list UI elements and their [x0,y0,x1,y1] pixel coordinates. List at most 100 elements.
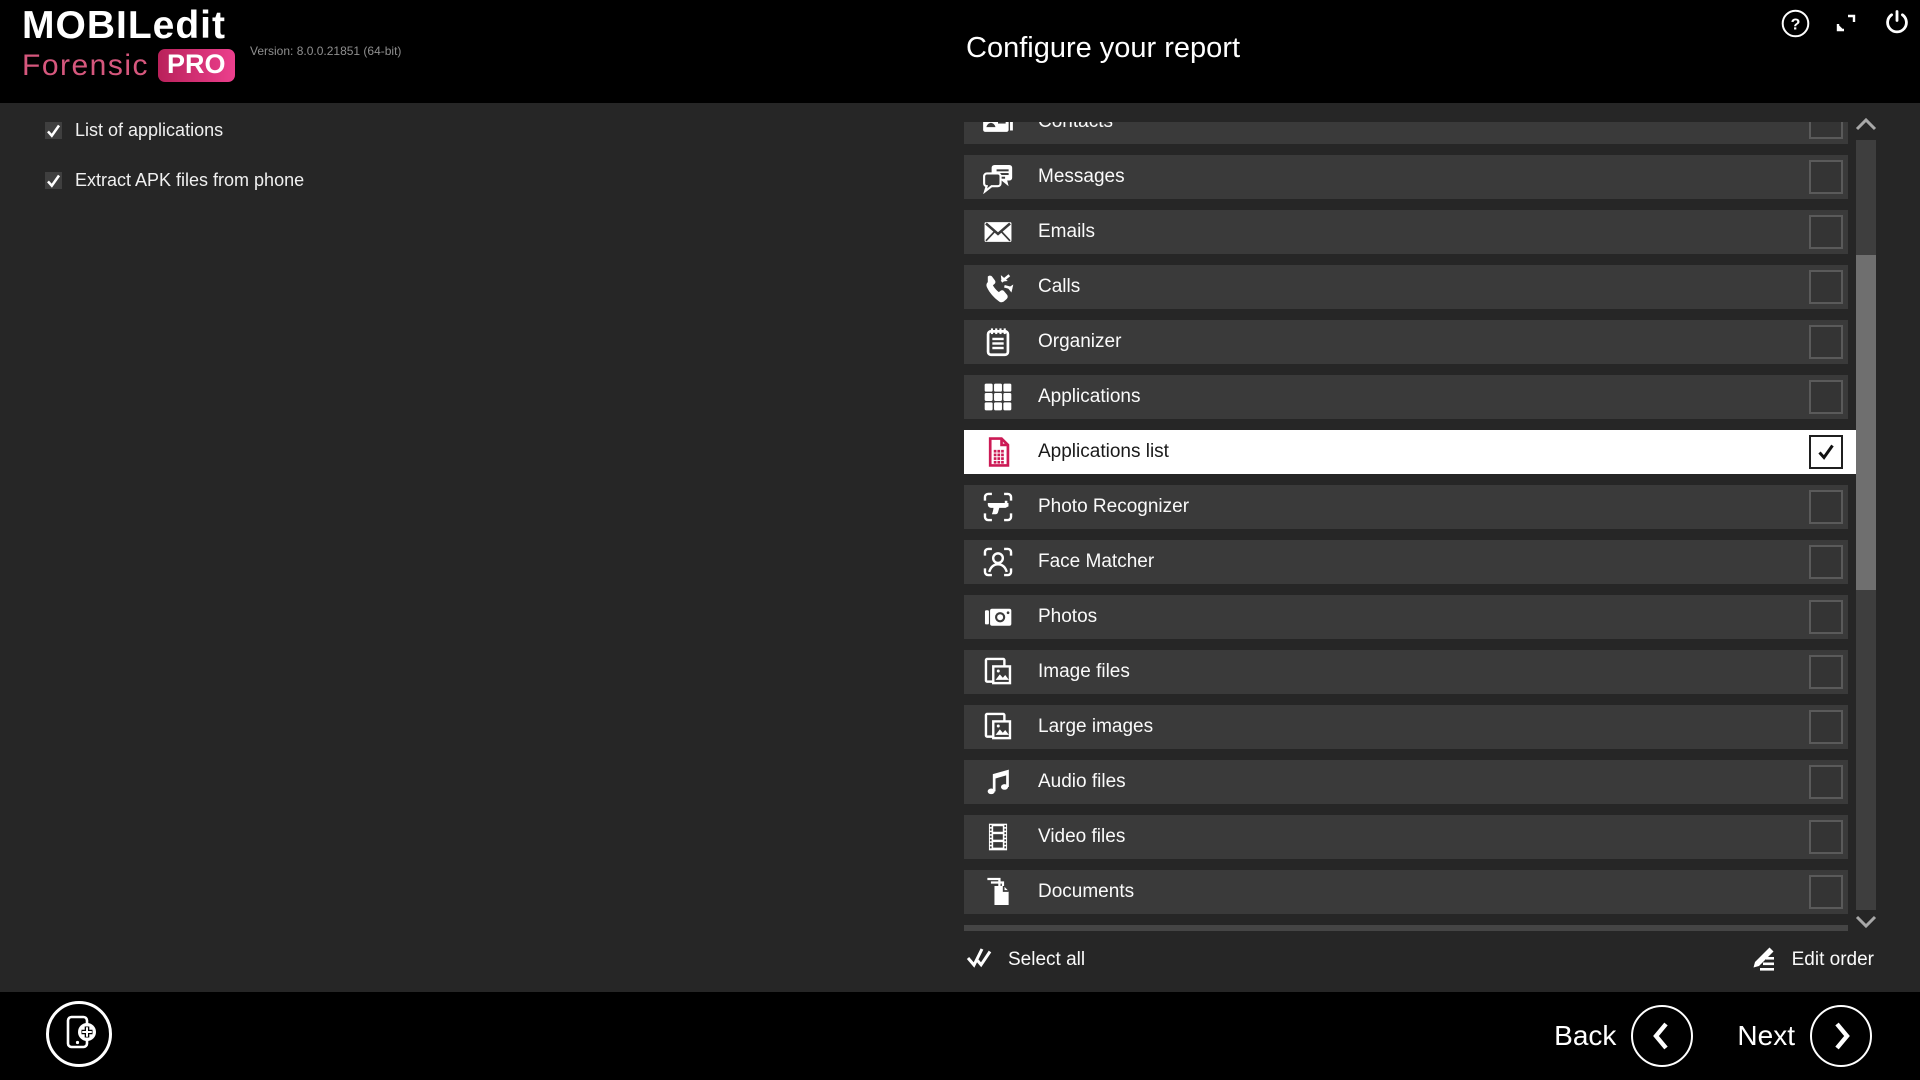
mobiledit-configure-report-screen: MOBILedit Forensic PRO Version: 8.0.0.21… [0,0,1920,1080]
photos-icon [980,599,1016,635]
row-label: Photos [1038,606,1097,628]
logo-forensic: Forensic [22,51,149,81]
back-button[interactable] [1631,1005,1693,1067]
row-label: Emails [1038,221,1095,243]
left-option-label: Extract APK files from phone [75,170,304,191]
table-row-documents[interactable]: Documents [964,870,1848,914]
table-row-large-images[interactable]: Large images [964,705,1848,749]
applications-icon [980,379,1016,415]
checkbox[interactable] [45,172,62,189]
table-row-photos[interactable]: Photos [964,595,1848,639]
row-label: Photo Recognizer [1038,496,1189,518]
logo-mobiledit: MOBILedit [22,6,235,45]
edit-order-icon [1748,943,1778,978]
row-label: Audio files [1038,771,1126,793]
video-files-icon [980,819,1016,855]
row-checkbox[interactable] [1809,710,1843,744]
table-row-applications[interactable]: Applications [964,375,1848,419]
back-label[interactable]: Back [1554,1020,1616,1052]
row-label: Large images [1038,716,1153,738]
report-items-list: Contacts Messages Emails Calls [964,122,1856,931]
table-row-face-matcher[interactable]: Face Matcher [964,540,1848,584]
logo-pro-badge: PRO [158,49,235,82]
checkbox[interactable] [45,122,62,139]
row-label: Face Matcher [1038,551,1154,573]
app-logo: MOBILedit Forensic PRO [22,6,235,82]
calls-icon [980,269,1016,305]
contacts-icon [980,122,1016,140]
left-option-list-of-applications[interactable]: List of applications [45,120,223,141]
table-row-audio-files[interactable]: Audio files [964,760,1848,804]
row-checkbox[interactable] [1809,122,1843,139]
left-option-label: List of applications [75,120,223,141]
top-bar: MOBILedit Forensic PRO Version: 8.0.0.21… [0,0,1920,103]
table-row-partial[interactable] [964,925,1848,931]
chevron-right-icon [1826,1019,1856,1053]
photo-recognizer-icon [980,489,1016,525]
emails-icon [980,214,1016,250]
chevron-left-icon [1647,1019,1677,1053]
table-row-photo-recognizer[interactable]: Photo Recognizer [964,485,1848,529]
applications-list-icon [980,434,1016,470]
row-checkbox[interactable] [1809,765,1843,799]
row-checkbox[interactable] [1809,820,1843,854]
table-row-organizer[interactable]: Organizer [964,320,1848,364]
table-row-applications-list[interactable]: Applications list [964,430,1856,474]
list-footer: Select all Edit order [964,942,1874,978]
select-all-icon [964,943,994,978]
left-option-extract-apk-files-from-phone[interactable]: Extract APK files from phone [45,170,304,191]
bottom-bar: Back Next [0,992,1920,1080]
row-checkbox[interactable] [1809,875,1843,909]
audio-files-icon [980,764,1016,800]
version-text: Version: 8.0.0.21851 (64-bit) [250,44,401,58]
row-checkbox[interactable] [1809,215,1843,249]
row-label: Applications [1038,386,1140,408]
table-row-calls[interactable]: Calls [964,265,1848,309]
row-label: Organizer [1038,331,1121,353]
add-device-icon [57,1010,101,1059]
table-row-contacts[interactable]: Contacts [964,122,1848,144]
next-button[interactable] [1810,1005,1872,1067]
table-row-image-files[interactable]: Image files [964,650,1848,694]
image-files-icon [980,709,1016,745]
row-checkbox[interactable] [1809,435,1843,469]
row-label: Image files [1038,661,1130,683]
help-icon[interactable]: ? [1780,8,1810,38]
row-label: Calls [1038,276,1080,298]
table-row-video-files[interactable]: Video files [964,815,1848,859]
row-checkbox[interactable] [1809,160,1843,194]
row-label: Contacts [1038,122,1113,133]
table-row-messages[interactable]: Messages [964,155,1848,199]
row-checkbox[interactable] [1809,655,1843,689]
row-checkbox[interactable] [1809,600,1843,634]
scrollbar-thumb[interactable] [1856,255,1876,590]
next-label[interactable]: Next [1737,1020,1795,1052]
edit-order-button[interactable]: Edit order [1748,943,1874,978]
resize-icon[interactable] [1831,8,1861,38]
row-label: Documents [1038,881,1134,903]
chevron-down-icon[interactable] [1852,912,1880,932]
row-checkbox[interactable] [1809,270,1843,304]
row-checkbox[interactable] [1809,325,1843,359]
row-checkbox[interactable] [1809,490,1843,524]
table-row-emails[interactable]: Emails [964,210,1848,254]
row-label: Video files [1038,826,1125,848]
edit-order-label: Edit order [1792,949,1874,971]
svg-text:?: ? [1790,16,1800,33]
row-label: Applications list [1038,441,1169,463]
wizard-navigation: Back Next [1554,992,1872,1080]
messages-icon [980,159,1016,195]
add-device-button[interactable] [46,1001,112,1067]
face-matcher-icon [980,544,1016,580]
row-label: Messages [1038,166,1125,188]
row-checkbox[interactable] [1809,545,1843,579]
power-icon[interactable] [1882,8,1912,38]
select-all-label: Select all [1008,949,1085,971]
organizer-icon [980,324,1016,360]
page-title: Configure your report [966,32,1240,65]
scrollbar-track[interactable] [1856,140,1876,910]
documents-icon [980,874,1016,910]
chevron-up-icon[interactable] [1852,114,1880,134]
row-checkbox[interactable] [1809,380,1843,414]
select-all-button[interactable]: Select all [964,943,1085,978]
